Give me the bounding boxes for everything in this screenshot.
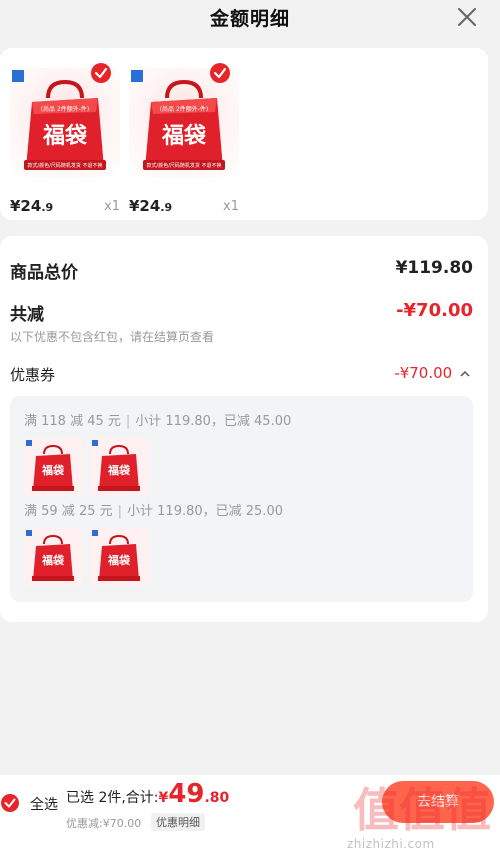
product-price: ¥24.9 — [10, 197, 53, 215]
coupon-rule-line: 满 118 减 45 元 | 小计 119.80，已减 45.00 — [24, 410, 291, 429]
coupon-product-thumb: 福袋 — [90, 438, 148, 496]
coupon-rule-detail: 小计 119.80，已减 45.00 — [135, 414, 292, 429]
product-quantity: x1 — [223, 199, 239, 214]
discount-detail-button[interactable]: 优惠明细 — [151, 813, 205, 831]
bag-banner-text: (尚品 2件额外-件) — [159, 106, 209, 113]
watermark-site: zhizhizhi.com — [347, 837, 435, 851]
product-quantity: x1 — [104, 199, 120, 214]
thumb-bag-text: 福袋 — [108, 464, 130, 477]
price-integer: ¥24 — [129, 197, 161, 215]
price-integer: ¥24 — [10, 197, 42, 215]
coupon-rule-line: 满 59 减 25 元 | 小计 119.80，已减 25.00 — [24, 500, 283, 519]
price-summary-card: 商品总价 ¥119.80 共减 -¥70.00 以下优惠不包含红包，请在结算页查… — [0, 236, 488, 622]
reduction-label: 共减 — [10, 305, 44, 325]
product-image-lucky-bag[interactable]: (尚品 2件额外-件) 福袋 款式/颜色/尺码随机发货 不退不换 — [129, 68, 239, 178]
bag-footer-text: 款式/颜色/尺码随机发货 不退不换 — [27, 163, 103, 169]
checkmark-circle-icon[interactable] — [0, 793, 20, 813]
bag-main-text: 福袋 — [161, 124, 206, 149]
coupon-product-thumb: 福袋 — [24, 528, 82, 586]
thumb-bag-text: 福袋 — [42, 464, 64, 477]
thumb-bag-text: 福袋 — [108, 554, 130, 567]
price-decimal: .9 — [41, 201, 54, 214]
product-price: ¥24.9 — [129, 197, 172, 215]
reduction-note: 以下优惠不包含红包，请在结算页查看 — [10, 330, 215, 344]
brand-logo-icon — [131, 70, 143, 82]
bag-handle — [46, 79, 84, 99]
coupon-product-thumb: 福袋 — [24, 438, 82, 496]
divider: | — [125, 414, 131, 429]
coupon-value: -¥70.00 — [394, 364, 453, 382]
select-all-label[interactable]: 全选 — [30, 794, 58, 814]
checkmark-circle-icon[interactable] — [90, 62, 112, 84]
product-image-lucky-bag[interactable]: (尚品 2件额外-件) 福袋 款式/颜色/尺码随机发货 不退不换 — [10, 68, 120, 178]
bag-main-text: 福袋 — [42, 124, 87, 149]
coupon-label: 优惠券 — [10, 366, 56, 384]
discount-summary: 优惠减:¥70.00 — [66, 817, 142, 830]
total-integer: 49 — [168, 779, 205, 809]
bag-handle — [165, 79, 203, 99]
chevron-up-icon — [460, 370, 470, 377]
sheet-header: 金额明细 — [0, 0, 500, 36]
coupon-toggle[interactable]: -¥70.00 — [394, 364, 470, 382]
product-list-card: (尚品 2件额外-件) 福袋 款式/颜色/尺码随机发货 不退不换 ¥24.9 x… — [0, 48, 488, 220]
total-currency: ¥ — [158, 790, 169, 806]
selected-count-text: 已选 2件,合计: — [66, 790, 159, 806]
watermark-logo: 值值值 — [353, 783, 491, 837]
brand-logo-icon — [12, 70, 24, 82]
price-decimal: .9 — [160, 201, 173, 214]
watermark-glyphs: 值值值 — [353, 783, 491, 837]
coupon-details-panel: 满 118 减 45 元 | 小计 119.80，已减 45.00 福袋 福袋 — [10, 396, 473, 602]
checkmark-circle-icon[interactable] — [209, 62, 231, 84]
close-icon[interactable] — [456, 6, 478, 28]
bag-banner-text: (尚品 2件额外-件) — [40, 106, 90, 113]
total-decimal: .80 — [204, 790, 230, 806]
sheet-title: 金额明细 — [209, 8, 290, 30]
coupon-rule-detail: 小计 119.80，已减 25.00 — [127, 504, 283, 519]
divider: | — [117, 504, 123, 519]
goods-total-label: 商品总价 — [10, 263, 78, 283]
coupon-rule-text: 满 118 减 45 元 — [24, 414, 121, 429]
coupon-rule-text: 满 59 减 25 元 — [24, 504, 113, 519]
thumb-bag-text: 福袋 — [42, 554, 64, 567]
reduction-value: -¥70.00 — [396, 300, 473, 321]
bag-footer-text: 款式/颜色/尺码随机发货 不退不换 — [146, 163, 222, 169]
selected-total: 已选 2件,合计:¥49.80 — [66, 779, 229, 809]
coupon-product-thumb: 福袋 — [90, 528, 148, 586]
goods-total-value: ¥119.80 — [395, 258, 473, 278]
